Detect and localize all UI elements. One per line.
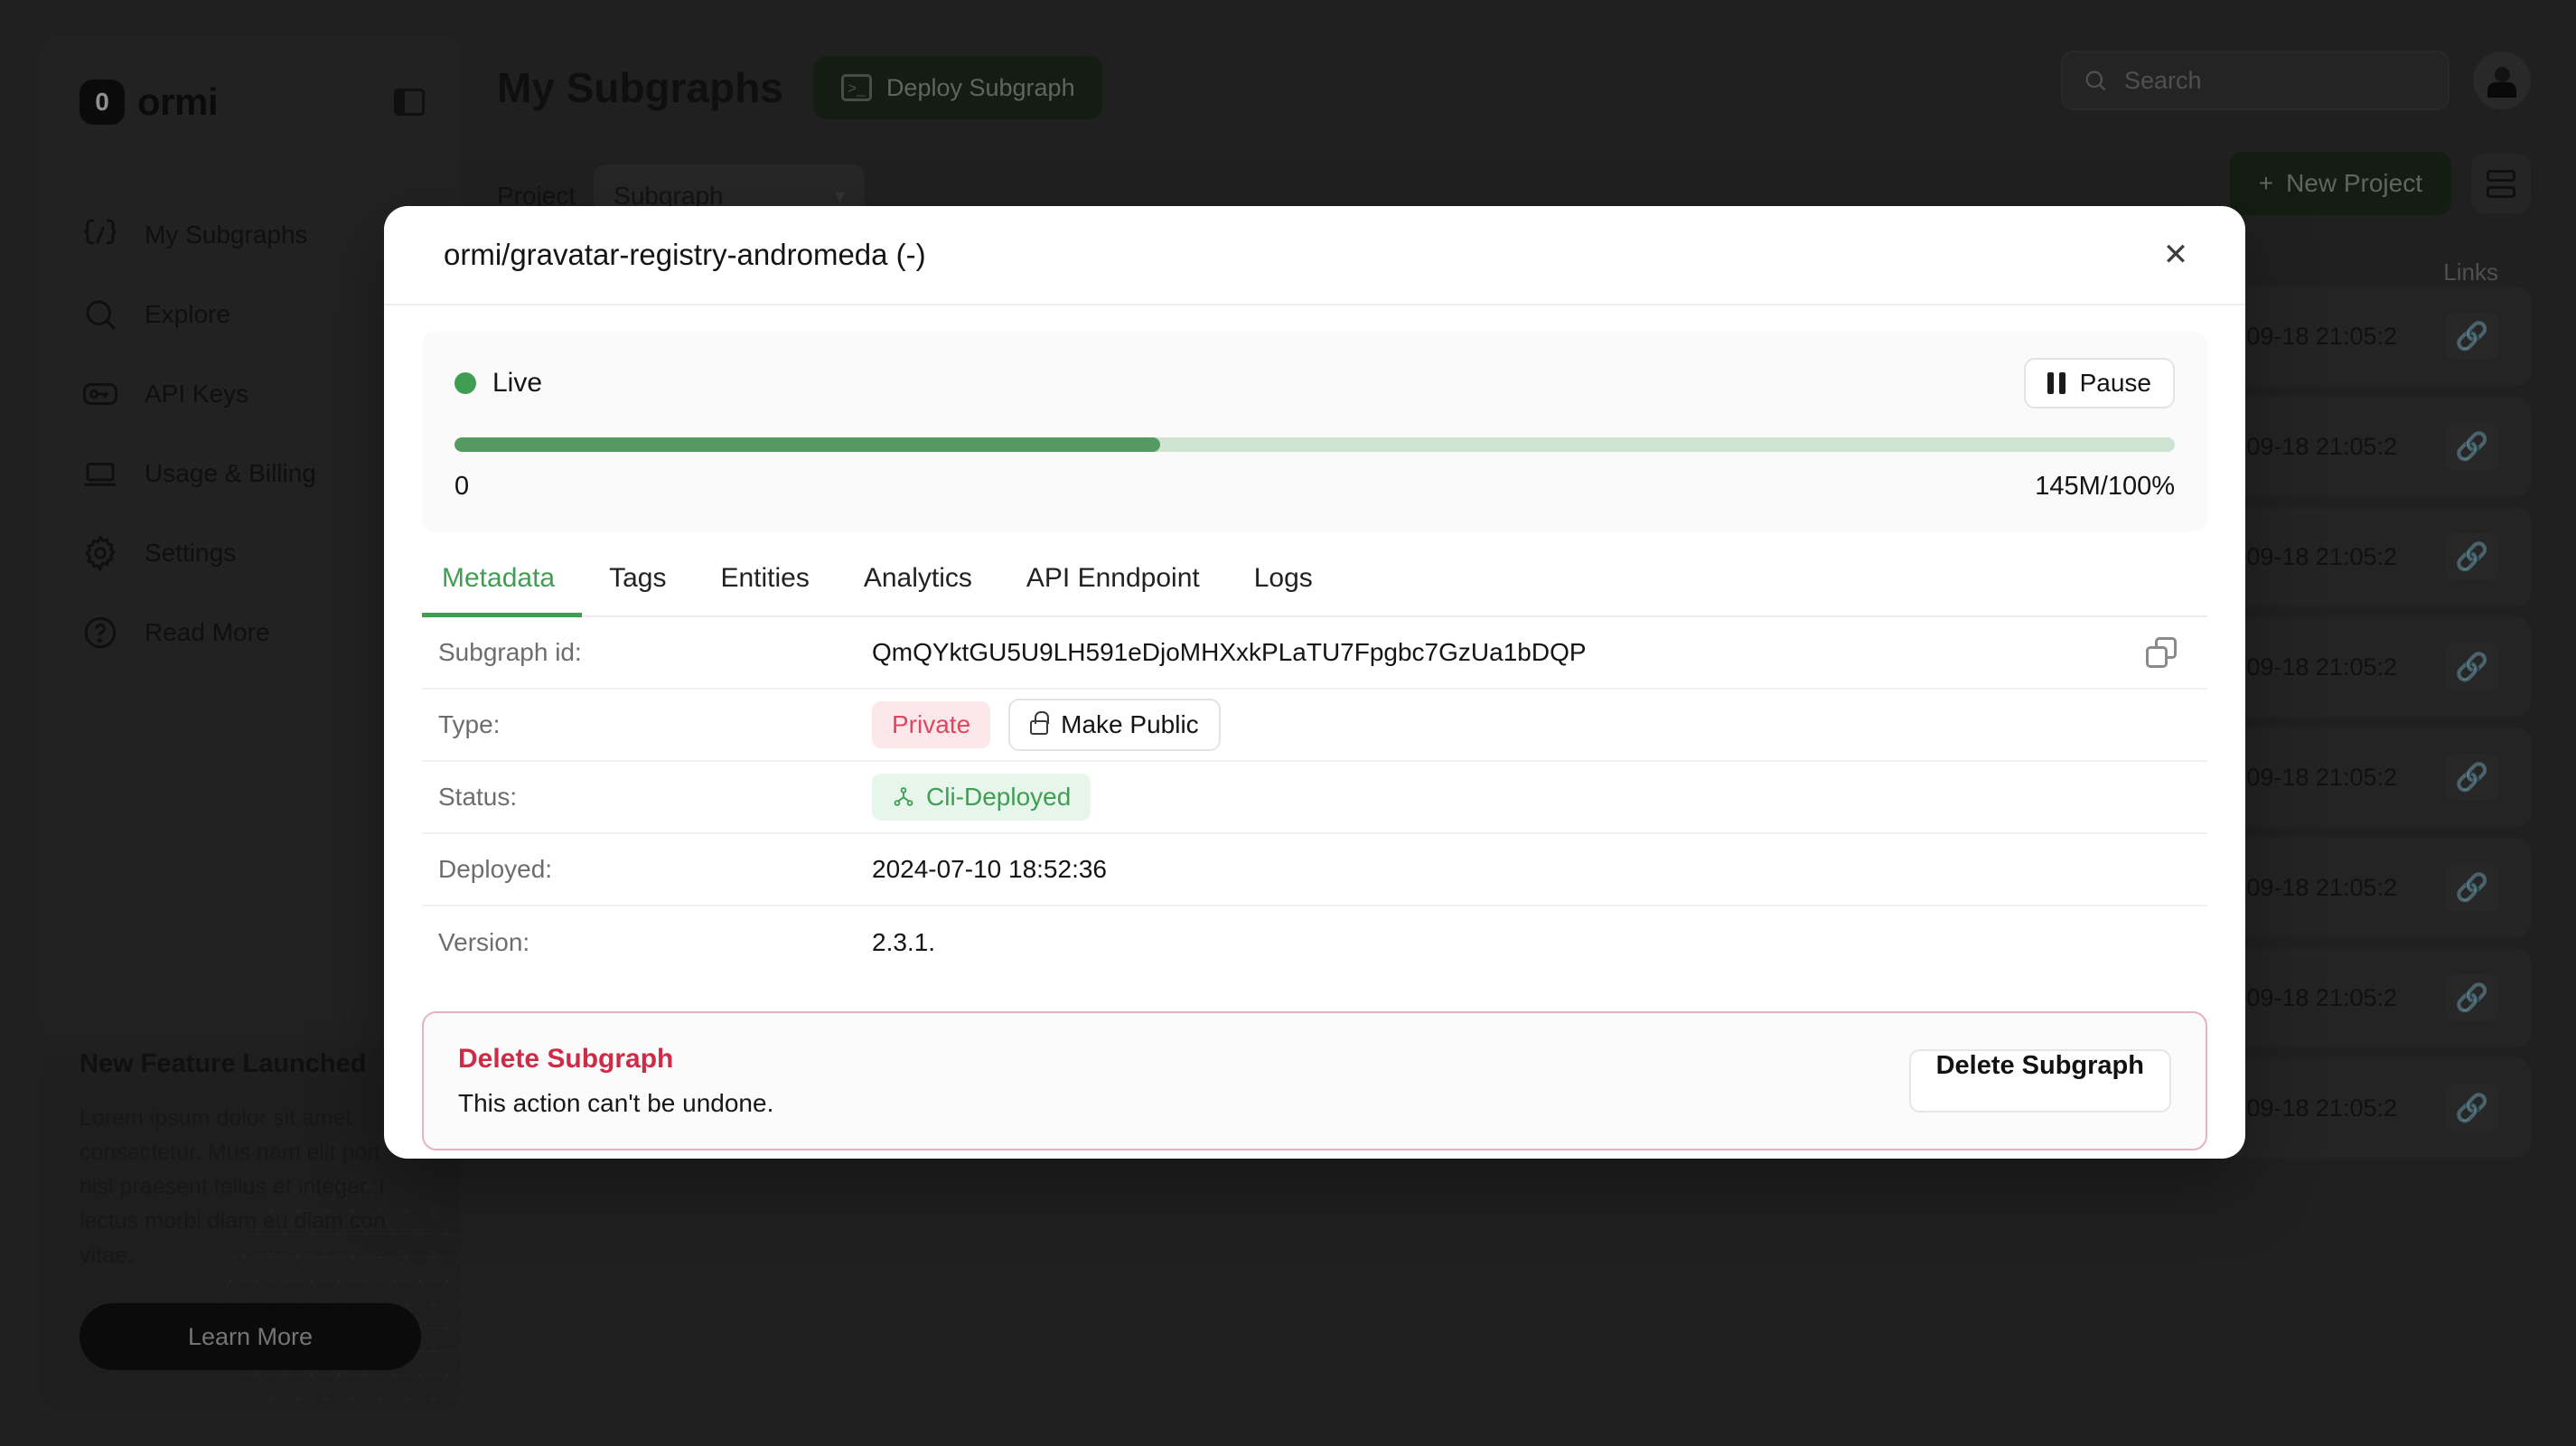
metadata-key: Version:	[438, 928, 530, 956]
metadata-row-type: Type: Private Make Public	[422, 690, 2207, 762]
live-status-dot-icon	[454, 372, 476, 394]
live-panel-header: Live Pause	[454, 358, 2175, 408]
delete-subgraph-panel: Delete Subgraph This action can't be und…	[422, 1011, 2207, 1150]
metadata-value: 2024-07-10 18:52:36	[872, 855, 1107, 883]
metadata-value: QmQYktGU5U9LH591eDjoMHXxkPLaTU7Fpgbc7GzU…	[872, 638, 1587, 666]
make-public-label: Make Public	[1061, 710, 1199, 738]
live-status: Live	[454, 368, 542, 399]
metadata-row-deployed: Deployed: 2024-07-10 18:52:36	[422, 834, 2207, 906]
tab-analytics[interactable]: Analytics	[837, 563, 999, 615]
node-graph-icon	[894, 787, 913, 806]
tab-api-endpoint[interactable]: API Enndpoint	[999, 563, 1227, 615]
metadata-row-subgraph-id: Subgraph id: QmQYktGU5U9LH591eDjoMHXxkPL…	[422, 617, 2207, 690]
metadata-row-version: Version: 2.3.1.	[422, 906, 2207, 979]
metadata-key: Status:	[438, 783, 518, 811]
progress-range-labels: 0 145M/100%	[454, 472, 2175, 502]
pause-label: Pause	[2079, 369, 2151, 397]
live-status-label: Live	[492, 368, 543, 398]
delete-panel-subtitle: This action can't be undone.	[458, 1089, 774, 1117]
make-public-button[interactable]: Make Public	[1008, 699, 1221, 751]
metadata-row-status: Status: Cli-Deployed	[422, 762, 2207, 834]
modal-header: ormi/gravatar-registry-andromeda (-) ✕	[384, 206, 2245, 305]
metadata-value: Private Make Public	[872, 699, 2202, 751]
pause-icon	[2047, 372, 2065, 394]
metadata-key: Type:	[438, 710, 501, 738]
progress-range-start: 0	[454, 472, 470, 501]
lock-open-icon	[1030, 711, 1050, 735]
delete-panel-title: Delete Subgraph	[458, 1044, 674, 1074]
tab-tags[interactable]: Tags	[582, 563, 693, 615]
tab-entities[interactable]: Entities	[693, 563, 836, 615]
status-badge: Cli-Deployed	[872, 774, 1091, 821]
status-label: Cli-Deployed	[926, 783, 1072, 811]
modal-tabs: Metadata Tags Entities Analytics API Enn…	[422, 563, 2207, 617]
pause-button[interactable]: Pause	[2023, 358, 2175, 408]
tab-logs[interactable]: Logs	[1227, 563, 1340, 615]
sync-progress-fill	[454, 437, 1160, 452]
metadata-list: Subgraph id: QmQYktGU5U9LH591eDjoMHXxkPL…	[422, 617, 2207, 979]
metadata-key: Subgraph id:	[438, 638, 582, 666]
copy-icon[interactable]	[2146, 637, 2177, 668]
modal-body: Live Pause 0 145M/100% Metadata Tags Ent…	[384, 305, 2245, 1150]
progress-range-end: 145M/100%	[2035, 472, 2175, 501]
live-sync-panel: Live Pause 0 145M/100%	[422, 331, 2207, 532]
delete-subgraph-button[interactable]: Delete Subgraph	[1908, 1049, 2171, 1113]
sync-progress-track	[454, 437, 2175, 452]
metadata-key: Deployed:	[438, 855, 553, 883]
close-icon[interactable]: ✕	[2153, 232, 2198, 277]
type-badge: Private	[872, 701, 991, 748]
tab-metadata[interactable]: Metadata	[422, 563, 583, 617]
metadata-value: 2.3.1.	[872, 928, 936, 956]
subgraph-detail-modal: ormi/gravatar-registry-andromeda (-) ✕ L…	[384, 206, 2245, 1159]
delete-panel-text: Delete Subgraph This action can't be und…	[458, 1044, 773, 1118]
metadata-value: Cli-Deployed	[872, 774, 2202, 821]
modal-title: ormi/gravatar-registry-andromeda (-)	[444, 238, 926, 271]
